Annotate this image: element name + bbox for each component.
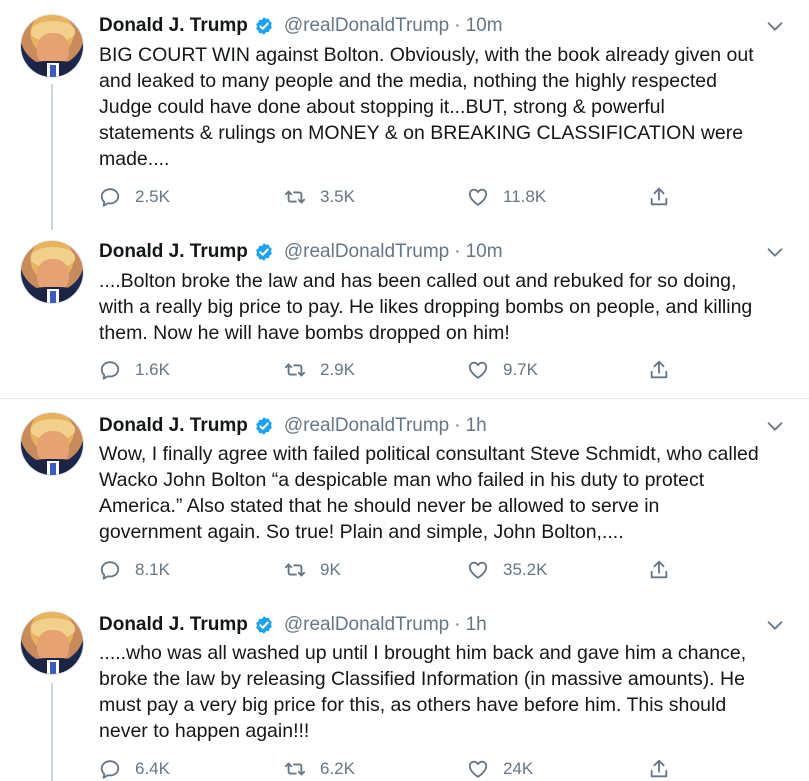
heart-icon <box>468 361 488 379</box>
tweet[interactable]: Donald J. Trump @realDonaldTrump · 1h Wo… <box>0 399 809 599</box>
separator-dot: · <box>454 415 461 436</box>
reply-icon <box>100 561 120 580</box>
retweet-count: 2.9K <box>320 360 355 379</box>
avatar[interactable] <box>20 240 84 304</box>
separator-dot: · <box>454 241 461 262</box>
heart-icon <box>468 760 488 778</box>
chevron-down-icon[interactable] <box>764 415 786 437</box>
verified-badge-icon <box>256 616 272 634</box>
retweet-button[interactable]: 9K <box>284 559 341 581</box>
reply-icon <box>100 188 120 207</box>
share-icon <box>650 360 668 379</box>
like-count: 11.8K <box>503 187 547 206</box>
reply-count: 1.6K <box>135 360 170 379</box>
like-button[interactable]: 24K <box>467 758 533 780</box>
retweet-icon <box>284 363 306 377</box>
tweet-actions: 2.5K 3.5K 11.8K <box>99 186 699 212</box>
tweet[interactable]: Donald J. Trump @realDonaldTrump · 10m .… <box>0 238 809 398</box>
like-button[interactable]: 35.2K <box>467 559 547 581</box>
tweet-header: Donald J. Trump @realDonaldTrump · 1h <box>99 413 487 439</box>
reply-count: 2.5K <box>135 187 170 206</box>
tweet-text: Wow, I finally agree with failed politic… <box>99 443 759 543</box>
tweet-actions: 8.1K 9K 35.2K <box>99 559 699 585</box>
display-name[interactable]: Donald J. Trump <box>99 415 248 437</box>
timestamp[interactable]: 1h <box>466 614 487 636</box>
avatar[interactable] <box>20 412 84 476</box>
chevron-down-icon[interactable] <box>764 241 786 263</box>
tweet[interactable]: Donald J. Trump @realDonaldTrump · 10m B… <box>0 0 809 238</box>
reply-icon <box>100 361 120 380</box>
tweet-header: Donald J. Trump @realDonaldTrump · 10m <box>99 13 503 39</box>
display-name[interactable]: Donald J. Trump <box>99 241 248 263</box>
share-icon <box>650 187 668 206</box>
retweet-icon <box>284 563 306 577</box>
share-button[interactable] <box>648 758 684 780</box>
avatar[interactable] <box>20 611 84 675</box>
timestamp[interactable]: 10m <box>466 241 503 263</box>
heart-icon <box>468 188 488 206</box>
share-button[interactable] <box>648 559 684 581</box>
separator-dot: · <box>454 614 461 635</box>
handle[interactable]: @realDonaldTrump <box>284 241 449 263</box>
like-button[interactable]: 11.8K <box>467 186 546 208</box>
retweet-count: 3.5K <box>320 187 355 206</box>
like-count: 35.2K <box>503 560 548 579</box>
reply-button[interactable]: 6.4K <box>99 758 170 780</box>
tweet-header: Donald J. Trump @realDonaldTrump · 10m <box>99 239 503 265</box>
reply-button[interactable]: 2.5K <box>99 186 170 208</box>
reply-button[interactable]: 1.6K <box>99 359 170 381</box>
retweet-button[interactable]: 2.9K <box>284 359 355 381</box>
like-count: 24K <box>503 759 534 778</box>
heart-icon <box>468 561 488 579</box>
tweet-text: .....who was all washed up until I broug… <box>99 642 747 742</box>
display-name[interactable]: Donald J. Trump <box>99 15 248 37</box>
handle[interactable]: @realDonaldTrump <box>284 614 449 636</box>
handle[interactable]: @realDonaldTrump <box>284 15 449 37</box>
retweet-count: 9K <box>320 560 341 579</box>
chevron-down-icon[interactable] <box>764 15 786 37</box>
retweet-button[interactable]: 3.5K <box>284 186 355 208</box>
share-button[interactable] <box>648 359 684 381</box>
reply-count: 8.1K <box>135 560 170 579</box>
tweet-actions: 1.6K 2.9K 9.7K <box>99 359 699 385</box>
tweet-actions: 6.4K 6.2K 24K <box>99 758 699 781</box>
verified-badge-icon <box>256 417 272 435</box>
share-icon <box>650 759 668 778</box>
tweet[interactable]: Donald J. Trump @realDonaldTrump · 1h ..… <box>0 599 809 781</box>
handle[interactable]: @realDonaldTrump <box>284 415 449 437</box>
reply-button[interactable]: 8.1K <box>99 559 170 581</box>
avatar[interactable] <box>20 14 84 78</box>
like-button[interactable]: 9.7K <box>467 359 538 381</box>
retweet-count: 6.2K <box>320 759 355 778</box>
display-name[interactable]: Donald J. Trump <box>99 614 248 636</box>
share-button[interactable] <box>648 186 684 208</box>
retweet-icon <box>284 762 306 776</box>
reply-icon <box>100 760 120 779</box>
timestamp[interactable]: 10m <box>466 15 503 37</box>
share-icon <box>650 560 668 579</box>
chevron-down-icon[interactable] <box>764 614 786 636</box>
retweet-icon <box>284 190 306 204</box>
timestamp[interactable]: 1h <box>466 415 487 437</box>
tweet-text: ....Bolton broke the law and has been ca… <box>99 270 753 344</box>
verified-badge-icon <box>256 243 272 261</box>
reply-count: 6.4K <box>135 759 170 778</box>
verified-badge-icon <box>256 17 272 35</box>
tweet-text: BIG COURT WIN against Bolton. Obviously,… <box>99 44 754 170</box>
tweet-header: Donald J. Trump @realDonaldTrump · 1h <box>99 612 487 638</box>
like-count: 9.7K <box>503 360 538 379</box>
retweet-button[interactable]: 6.2K <box>284 758 355 780</box>
separator-dot: · <box>454 15 461 36</box>
